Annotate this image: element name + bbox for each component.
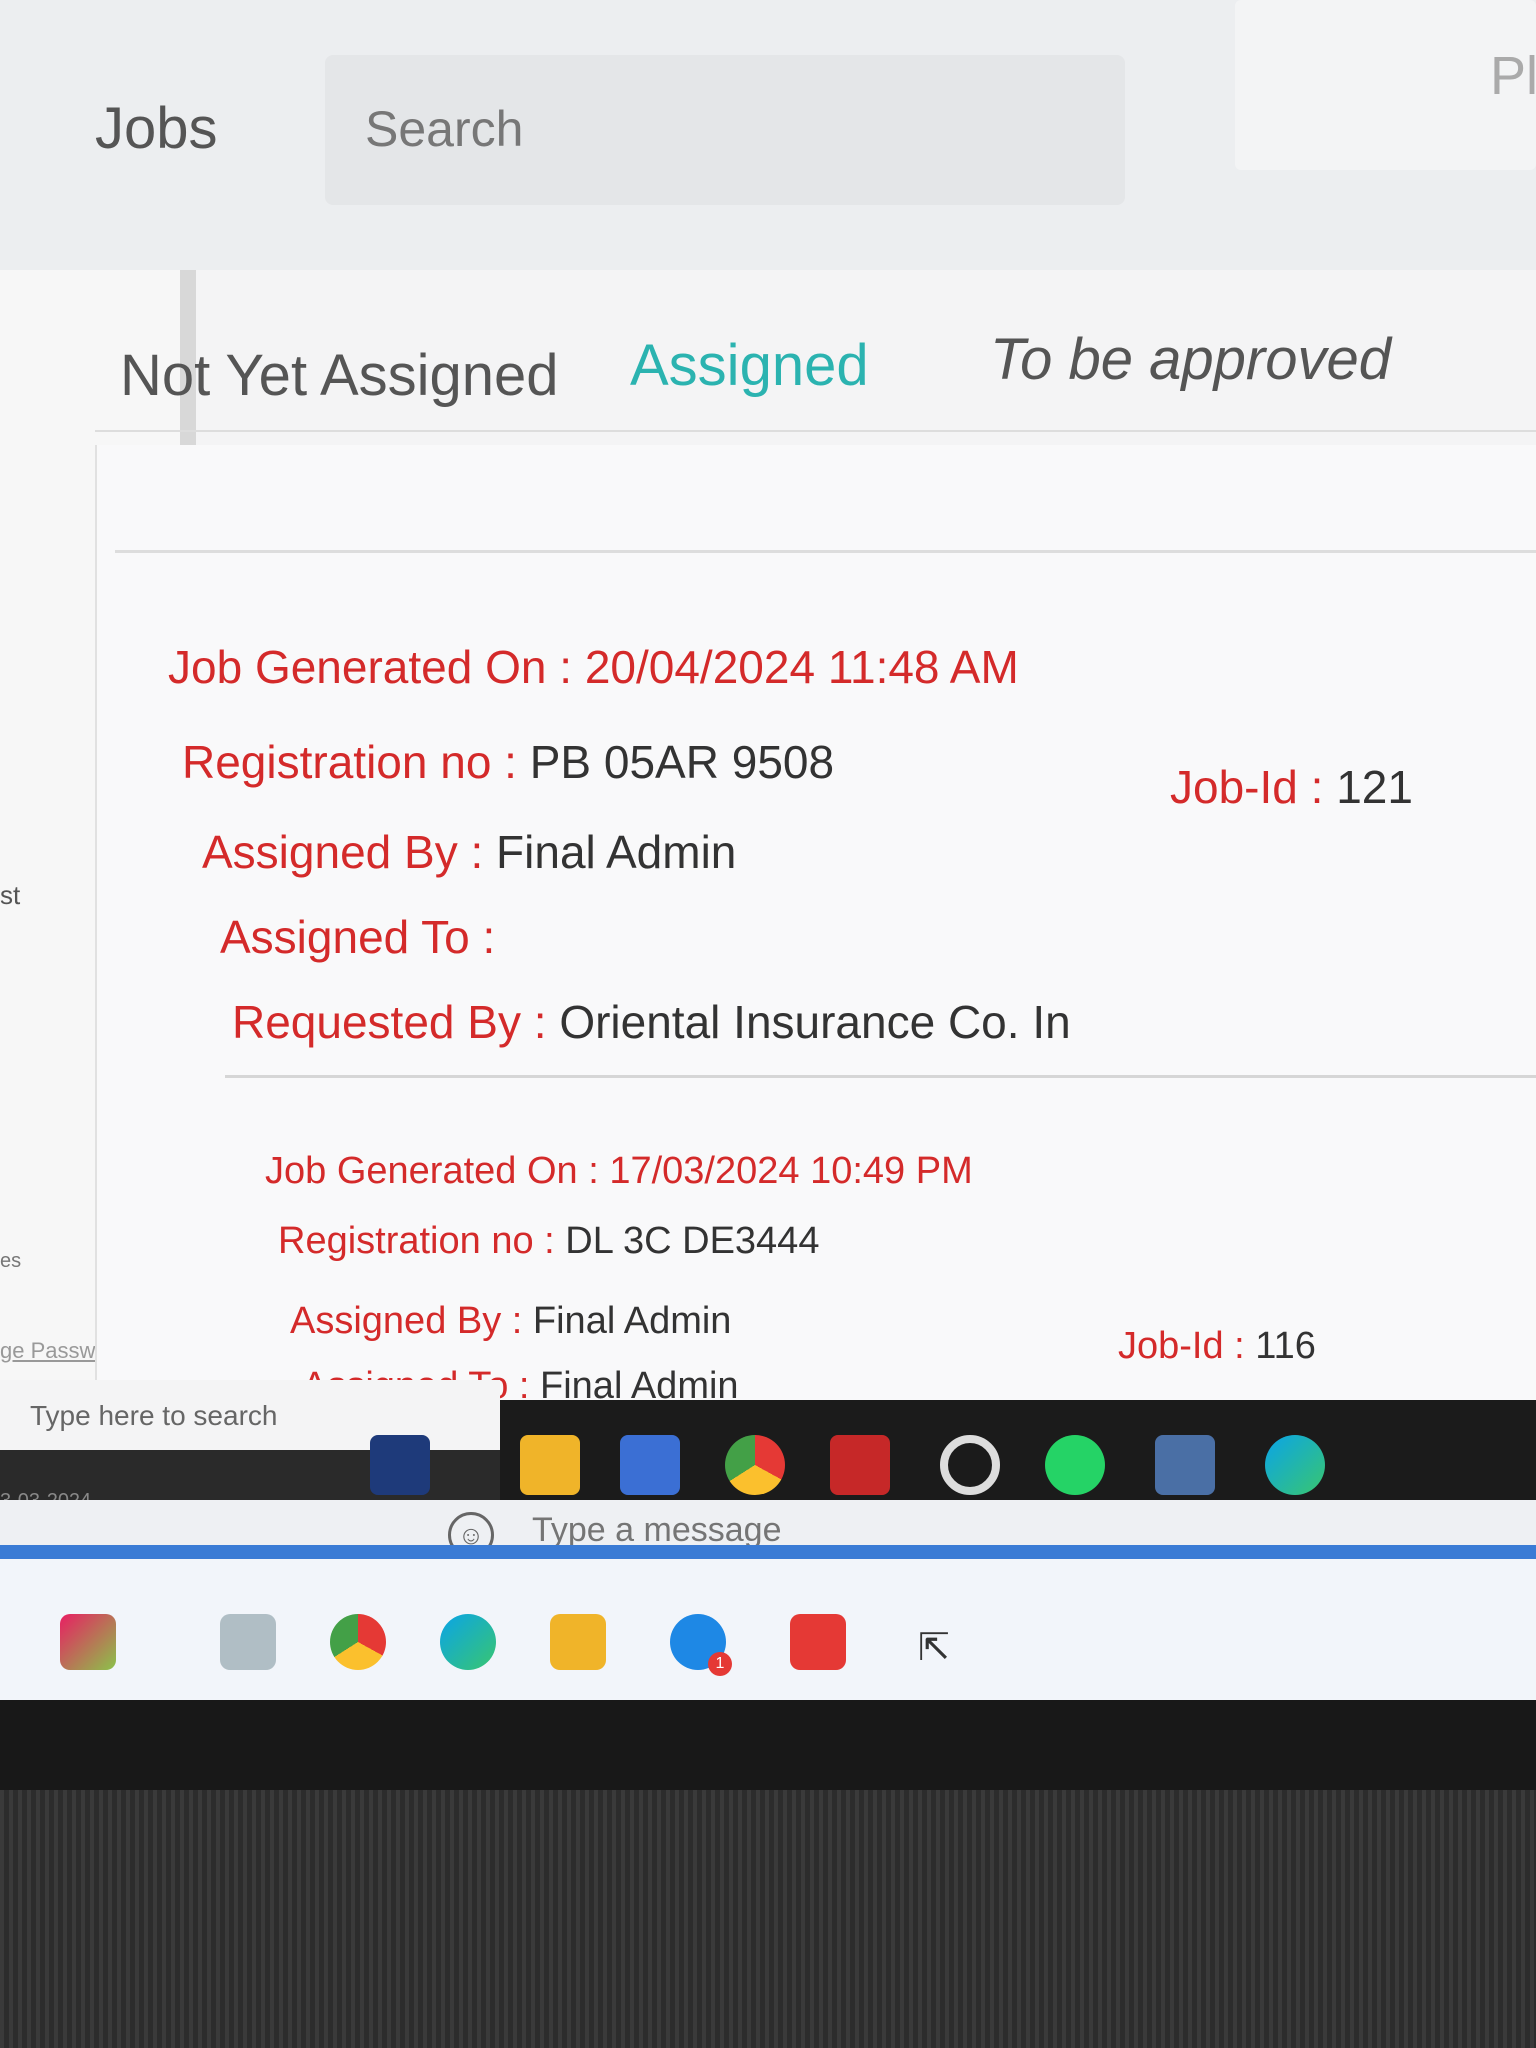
field-value: Oriental Insurance Co. In: [559, 996, 1071, 1048]
field-label: Assigned By :: [290, 1300, 533, 1342]
page-title: Jobs: [95, 96, 218, 161]
field-label: Registration no :: [182, 736, 530, 788]
field-value: 116: [1255, 1325, 1316, 1367]
search-input[interactable]: Search: [325, 55, 1125, 205]
assigned-by: Assigned By : Final Admin: [202, 825, 736, 879]
field-label: Job Generated On :: [168, 641, 585, 693]
tab-divider: [95, 430, 1536, 432]
chrome-icon[interactable]: [330, 1614, 386, 1670]
colorful-app-icon[interactable]: [60, 1614, 116, 1670]
registration-no: Registration no : PB 05AR 9508: [182, 735, 834, 789]
assigned-by: Assigned By : Final Admin: [290, 1300, 731, 1343]
photo-app-icon[interactable]: [1155, 1435, 1215, 1495]
anchor-app-icon[interactable]: [830, 1435, 890, 1495]
registration-no: Registration no : DL 3C DE3444: [278, 1220, 819, 1263]
top-right-button[interactable]: Pl: [1235, 0, 1536, 170]
field-label: Requested By :: [232, 996, 560, 1048]
folder-icon[interactable]: [550, 1614, 606, 1670]
field-value: DL 3C DE3444: [565, 1220, 820, 1262]
calculator-icon[interactable]: [620, 1435, 680, 1495]
speaker-grille: [0, 1790, 1536, 2048]
ring-app-icon[interactable]: [940, 1435, 1000, 1495]
field-label: Job-Id :: [1170, 761, 1337, 813]
red-app-icon[interactable]: [790, 1614, 846, 1670]
field-label: Job-Id :: [1118, 1325, 1256, 1367]
notification-badge: 1: [708, 1652, 732, 1676]
field-value: PB 05AR 9508: [529, 736, 835, 788]
field-value: 20/04/2024 11:48 AM: [584, 641, 1019, 693]
field-label: Assigned By :: [202, 826, 497, 878]
search-placeholder: Search: [365, 101, 524, 157]
sidebar-fragment[interactable]: es: [0, 1250, 21, 1273]
field-value: 121: [1336, 761, 1413, 813]
field-value: Final Admin: [532, 1300, 732, 1342]
sidebar-fragment[interactable]: st: [0, 880, 20, 911]
top-bar: Jobs Search Pl: [0, 0, 1536, 270]
bird-icon[interactable]: [370, 1435, 430, 1495]
mouse-cursor-icon: ⇱: [918, 1627, 950, 1669]
job-id: Job-Id : 116: [1118, 1325, 1316, 1368]
job-id: Job-Id : 121: [1170, 760, 1413, 814]
edge-icon[interactable]: [1265, 1435, 1325, 1495]
tab-to-be-approved[interactable]: To be approved: [990, 326, 1391, 393]
top-right-label: Pl: [1490, 46, 1536, 106]
image-app-icon[interactable]: [220, 1614, 276, 1670]
whatsapp-icon[interactable]: [1045, 1435, 1105, 1495]
edge-icon[interactable]: [440, 1614, 496, 1670]
chrome-icon[interactable]: [725, 1435, 785, 1495]
card-divider: [225, 1075, 1536, 1078]
field-value: 17/03/2024 10:49 PM: [609, 1150, 973, 1192]
window-border: [0, 1545, 1536, 1559]
taskbar-search-placeholder: Type here to search: [30, 1400, 278, 1431]
field-label: Job Generated On :: [265, 1150, 610, 1192]
requested-by: Requested By : Oriental Insurance Co. In: [232, 995, 1071, 1049]
job-generated-on: Job Generated On : 17/03/2024 10:49 PM: [265, 1150, 973, 1193]
file-explorer-icon[interactable]: [520, 1435, 580, 1495]
tab-not-yet-assigned[interactable]: Not Yet Assigned: [120, 342, 559, 409]
job-generated-on: Job Generated On : 20/04/2024 11:48 AM: [168, 640, 1019, 694]
tab-assigned[interactable]: Assigned: [630, 332, 869, 399]
field-label: Registration no :: [278, 1220, 566, 1262]
skype-icon[interactable]: 1: [670, 1614, 732, 1676]
field-label: Assigned To :: [220, 911, 496, 963]
field-value: Final Admin: [496, 826, 737, 878]
assigned-to: Assigned To :: [220, 910, 495, 964]
panel-divider: [115, 550, 1536, 553]
job-tabs: Not Yet Assigned Assigned To be approved: [120, 327, 1536, 440]
